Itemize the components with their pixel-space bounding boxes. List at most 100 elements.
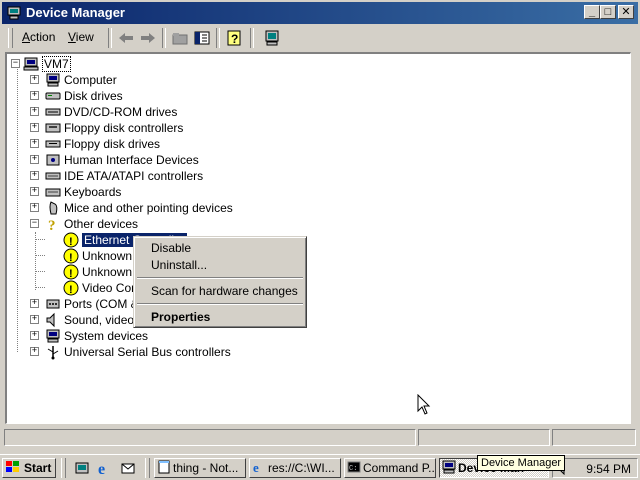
menu-view[interactable]: View xyxy=(68,30,94,44)
back-arrow-icon[interactable] xyxy=(116,28,136,48)
expand-toggle[interactable]: + xyxy=(30,123,39,132)
tree-item-label: Floppy disk controllers xyxy=(64,121,184,135)
warning-device-icon: ! xyxy=(63,280,79,296)
tree-item-computer[interactable]: Computer xyxy=(45,72,117,88)
expand-toggle[interactable]: + xyxy=(30,171,39,180)
start-label: Start xyxy=(24,461,52,475)
tree-connector xyxy=(35,287,45,288)
tree-item-label: Universal Serial Bus controllers xyxy=(64,345,231,359)
warning-device-icon: ! xyxy=(63,264,79,280)
menu-item-uninstall[interactable]: Uninstall... xyxy=(151,258,207,272)
expand-toggle[interactable]: + xyxy=(30,107,39,116)
taskbar-grip xyxy=(61,458,66,478)
expand-toggle[interactable]: + xyxy=(30,347,39,356)
tree-item-hid[interactable]: Human Interface Devices xyxy=(45,152,199,168)
svg-text:!: ! xyxy=(69,252,73,264)
tree-item-floppy-drives[interactable]: Floppy disk drives xyxy=(45,136,160,152)
tree-item-unknown[interactable]: ! Unknown xyxy=(63,264,132,280)
svg-text:?: ? xyxy=(231,32,238,46)
tree-item-label: System devices xyxy=(64,329,149,343)
tree-root-label: VM7 xyxy=(42,56,71,72)
tree-item-keyboards[interactable]: Keyboards xyxy=(45,184,121,200)
tree-item-system-devices[interactable]: System devices xyxy=(45,328,148,344)
menu-action[interactable]: Action xyxy=(22,30,55,44)
expand-toggle[interactable]: + xyxy=(30,315,39,324)
tree-item-sound-video[interactable]: Sound, video xyxy=(45,312,134,328)
svg-text:?: ? xyxy=(48,218,56,232)
internet-explorer-icon[interactable]: e xyxy=(95,458,115,478)
menu-separator xyxy=(137,277,303,279)
collapse-toggle[interactable]: − xyxy=(11,59,20,68)
port-icon xyxy=(45,296,61,312)
title-bar[interactable]: Device Manager _ □ ✕ xyxy=(2,2,638,24)
window-title: Device Manager xyxy=(26,5,125,20)
context-menu: Disable Uninstall... Scan for hardware c… xyxy=(133,236,307,328)
tree-item-label: Video Con xyxy=(82,281,138,295)
expand-toggle[interactable]: + xyxy=(30,299,39,308)
notepad-icon xyxy=(157,460,171,477)
tree-item-floppy-controllers[interactable]: Floppy disk controllers xyxy=(45,120,183,136)
tree-item-label: Mice and other pointing devices xyxy=(64,201,233,215)
tree-connector xyxy=(35,271,45,272)
taskbar-button-label: thing - Not... xyxy=(173,461,239,475)
computer-icon xyxy=(6,5,22,24)
expand-toggle[interactable]: + xyxy=(30,331,39,340)
scan-hardware-icon[interactable] xyxy=(262,28,282,48)
maximize-button[interactable]: □ xyxy=(600,5,616,19)
outlook-express-icon[interactable] xyxy=(118,458,138,478)
tree-item-label: Unknown xyxy=(82,265,133,279)
collapse-toggle[interactable]: − xyxy=(30,219,39,228)
tree-item-dvd-cdrom[interactable]: DVD/CD-ROM drives xyxy=(45,104,177,120)
toolbar-grip[interactable] xyxy=(8,28,13,48)
tree-item-label: Floppy disk drives xyxy=(64,137,161,151)
question-mark-icon: ? xyxy=(45,216,61,234)
device-tree[interactable]: − VM7 + Computer + Disk drives + DVD/CD-… xyxy=(5,52,631,424)
taskbar-button-notepad[interactable]: thing - Not... xyxy=(154,458,246,478)
taskbar-button-label: res://C:\WI... xyxy=(268,461,335,475)
floppy-drive-icon xyxy=(45,136,61,152)
forward-arrow-icon[interactable] xyxy=(138,28,158,48)
tree-item-ide[interactable]: IDE ATA/ATAPI controllers xyxy=(45,168,203,184)
taskbar-button-ie[interactable]: e res://C:\WI... xyxy=(249,458,341,478)
expand-toggle[interactable]: + xyxy=(30,203,39,212)
clock[interactable]: 9:54 PM xyxy=(586,462,631,476)
taskbar-button-command-prompt[interactable]: C: Command P... xyxy=(344,458,436,478)
usb-icon xyxy=(45,344,61,360)
svg-text:C:: C: xyxy=(349,465,357,473)
computer-icon xyxy=(23,56,39,72)
toolbar: Action View ? xyxy=(2,26,638,50)
tree-root[interactable]: VM7 xyxy=(23,56,71,72)
tree-item-video-controller[interactable]: ! Video Con xyxy=(63,280,138,296)
svg-text:e: e xyxy=(98,461,105,476)
toolbar-separator xyxy=(250,28,254,48)
menu-item-disable[interactable]: Disable xyxy=(151,241,191,255)
tree-item-label: Ports (COM & xyxy=(64,297,139,311)
help-icon[interactable]: ? xyxy=(224,28,244,48)
show-hide-tree-icon[interactable] xyxy=(192,28,212,48)
toolbar-separator xyxy=(162,28,166,48)
svg-text:!: ! xyxy=(69,236,73,248)
menu-item-properties[interactable]: Properties xyxy=(151,310,210,324)
minimize-button[interactable]: _ xyxy=(584,5,600,19)
expand-toggle[interactable]: + xyxy=(30,75,39,84)
tooltip: Device Manager xyxy=(477,455,566,471)
tree-item-usb[interactable]: Universal Serial Bus controllers xyxy=(45,344,231,360)
toolbar-separator xyxy=(108,28,112,48)
status-panel xyxy=(4,429,416,446)
expand-toggle[interactable]: + xyxy=(30,139,39,148)
start-button[interactable]: Start xyxy=(2,458,56,478)
up-folder-icon[interactable] xyxy=(170,28,190,48)
computer-icon xyxy=(45,328,61,344)
tree-item-unknown[interactable]: ! Unknown xyxy=(63,248,132,264)
tree-item-mice[interactable]: Mice and other pointing devices xyxy=(45,200,233,216)
tree-item-other-devices[interactable]: ? Other devices xyxy=(45,216,138,234)
expand-toggle[interactable]: + xyxy=(30,91,39,100)
tree-item-disk-drives[interactable]: Disk drives xyxy=(45,88,123,104)
expand-toggle[interactable]: + xyxy=(30,187,39,196)
close-button[interactable]: ✕ xyxy=(618,5,634,19)
expand-toggle[interactable]: + xyxy=(30,155,39,164)
tree-item-ports[interactable]: Ports (COM & xyxy=(45,296,139,312)
menu-item-scan-hardware[interactable]: Scan for hardware changes xyxy=(151,284,298,298)
status-panel xyxy=(552,429,636,446)
show-desktop-icon[interactable] xyxy=(72,458,92,478)
